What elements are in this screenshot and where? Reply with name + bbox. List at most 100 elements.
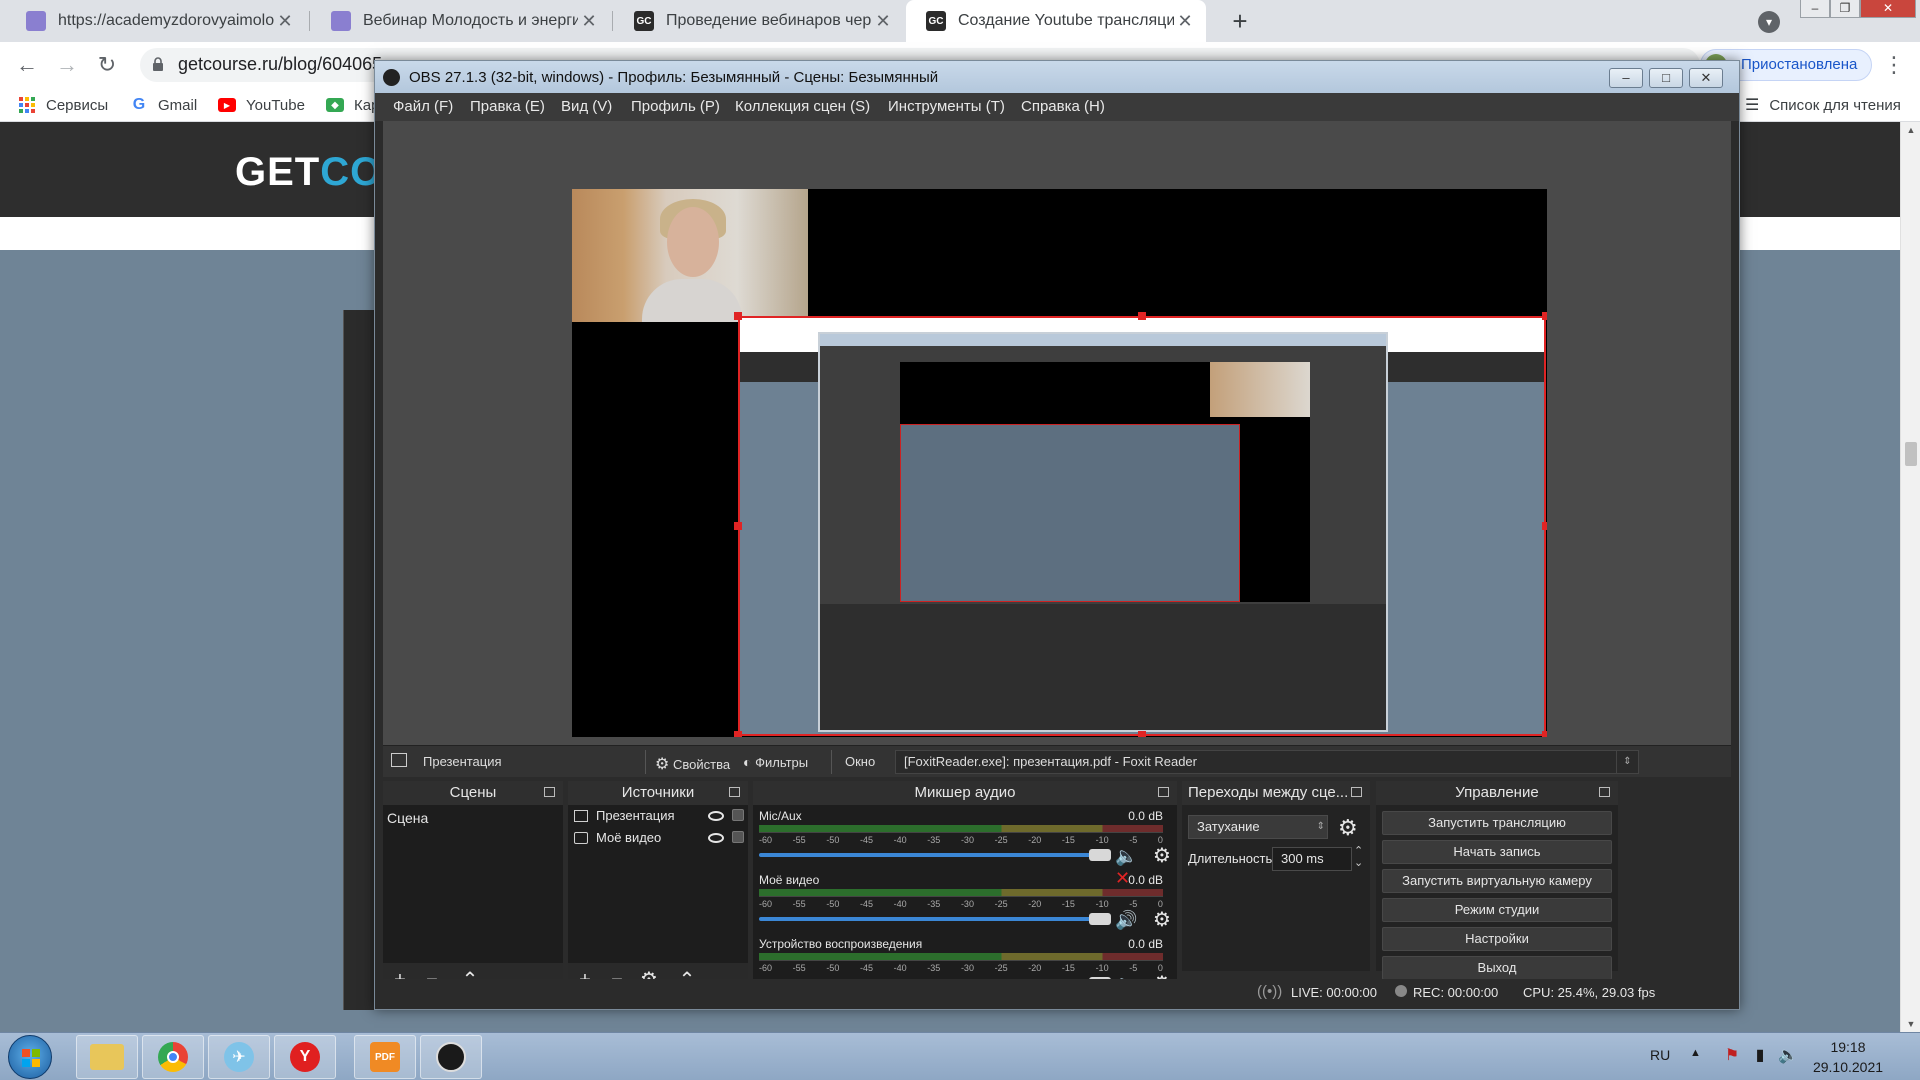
menu-profile[interactable]: Профиль (P) [631,98,720,115]
eye-icon[interactable] [708,833,724,843]
close-tab-icon[interactable]: ✕ [1174,11,1196,32]
muted-speaker-icon[interactable]: 🔈✕ [1115,845,1145,888]
gear-icon[interactable]: ⚙ [1151,909,1173,931]
taskbar-bird-app[interactable]: ✈ [208,1035,270,1079]
filters-button[interactable]: ◐ Фильтры [743,754,808,770]
new-tab-button[interactable]: + [1223,4,1257,38]
tray-expand-icon[interactable]: ▲ [1690,1047,1701,1059]
close-icon[interactable]: ✕ [1689,68,1723,88]
webcam-source[interactable] [572,189,808,322]
properties-button[interactable]: ⚙ Свойства [655,754,730,774]
window-capture-source[interactable] [738,316,1546,736]
resize-handle[interactable] [1542,312,1547,320]
start-virtual-camera-button[interactable]: Запустить виртуальную камеру [1382,869,1612,893]
scroll-thumb[interactable] [1905,442,1917,466]
volume-slider[interactable] [759,917,1105,921]
reload-icon[interactable]: ↻ [92,50,122,80]
start-streaming-button[interactable]: Запустить трансляцию [1382,811,1612,835]
exit-button[interactable]: Выход [1382,956,1612,980]
taskbar-explorer[interactable] [76,1035,138,1079]
resize-handle[interactable] [1542,522,1547,530]
resize-handle[interactable] [734,312,742,320]
taskbar-yandex[interactable]: Y [274,1035,336,1079]
resize-handle[interactable] [1138,731,1146,737]
menu-file[interactable]: Файл (F) [393,98,453,115]
taskbar-obs[interactable] [420,1035,482,1079]
scene-item[interactable]: Сцена [383,807,563,829]
minimize-icon[interactable]: – [1609,68,1643,88]
float-dock-icon[interactable] [1599,787,1610,797]
preview-canvas[interactable] [572,189,1547,737]
gear-icon[interactable]: ⚙ [1151,845,1173,867]
settings-button[interactable]: Настройки [1382,927,1612,951]
page-scrollbar[interactable]: ▲ ▼ [1900,122,1920,1032]
taskbar-chrome[interactable] [142,1035,204,1079]
source-item-presentation[interactable]: Презентация [568,805,748,827]
tab-academy[interactable]: https://academyzdorovyaimolod ✕ [6,0,306,42]
volume-slider[interactable] [759,853,1105,857]
source-item-video[interactable]: Моё видео [568,827,748,849]
speaker-icon[interactable]: 🔊 [1115,909,1145,931]
lock-icon[interactable] [732,831,744,843]
volume-slider-handle[interactable] [1089,913,1111,925]
eye-icon[interactable] [708,811,724,821]
tab-youtube-stream[interactable]: GC Создание Youtube трансляции ✕ [906,0,1206,42]
resize-handle[interactable] [734,522,742,530]
volume-slider-handle[interactable] [1089,849,1111,861]
preview-area[interactable] [383,121,1731,745]
bookmark-youtube[interactable]: ▶ YouTube [218,94,305,116]
bookmark-gmail[interactable]: G Gmail [130,94,197,116]
keyboard-language[interactable]: RU [1650,1047,1670,1063]
tab-webinars-getcourse[interactable]: GC Проведение вебинаров через G ✕ [614,0,904,42]
action-center-flag-icon[interactable]: ⚑ [1722,1045,1742,1067]
menu-help[interactable]: Справка (H) [1021,98,1105,115]
live-time: LIVE: 00:00:00 [1291,985,1378,1000]
menu-view[interactable]: Вид (V) [561,98,612,115]
close-tab-icon[interactable]: ✕ [274,11,296,32]
close-tab-icon[interactable]: ✕ [578,11,600,32]
start-recording-button[interactable]: Начать запись [1382,840,1612,864]
taskbar-pdf-reader[interactable]: PDF [354,1035,416,1079]
reading-list-label: Список для чтения [1769,96,1901,114]
duration-input[interactable]: 300 ms [1272,847,1352,871]
forward-icon[interactable]: → [52,50,82,80]
menu-edit[interactable]: Правка (E) [470,98,545,115]
minimize-icon[interactable]: – [1800,0,1830,18]
resize-handle[interactable] [1138,312,1146,320]
close-window-icon[interactable]: ✕ [1860,0,1916,18]
menu-scene-collection[interactable]: Коллекция сцен (S) [735,98,870,115]
maximize-icon[interactable]: □ [1649,68,1683,88]
getcourse-favicon-icon: GC [634,11,654,31]
resize-handle[interactable] [734,731,742,737]
scroll-down-icon[interactable]: ▼ [1901,1016,1920,1032]
float-dock-icon[interactable] [1351,787,1362,797]
obs-titlebar[interactable]: OBS 27.1.3 (32-bit, windows) - Профиль: … [375,61,1739,93]
gear-icon[interactable]: ⚙ [1338,815,1358,841]
power-icon[interactable]: ▮ [1750,1045,1770,1067]
bookmark-maps[interactable]: ◆ Кар [326,94,379,116]
float-dock-icon[interactable] [729,787,740,797]
bookmark-services[interactable]: Сервисы [18,94,108,116]
studio-mode-button[interactable]: Режим студии [1382,898,1612,922]
tab-search-icon[interactable]: ▾ [1758,11,1780,33]
transition-select[interactable]: Затухание ⇕ [1188,815,1328,839]
restore-icon[interactable]: ❐ [1830,0,1860,18]
more-menu-icon[interactable]: ⋮ [1882,52,1906,78]
scroll-up-icon[interactable]: ▲ [1901,122,1920,138]
lock-icon[interactable] [732,809,744,821]
close-tab-icon[interactable]: ✕ [872,11,894,32]
reading-list-button[interactable]: ☰ Список для чтения [1745,94,1901,116]
tray-clock[interactable]: 19:18 29.10.2021 [1800,1037,1896,1077]
back-icon[interactable]: ← [12,50,42,80]
window-select[interactable]: [FoxitReader.exe]: презентация.pdf - Fox… [895,750,1639,774]
scenes-list[interactable]: Сцена [383,805,563,963]
sources-list[interactable]: Презентация Моё видео [568,805,748,963]
stepper-icon[interactable]: ⌃ ⌄ [1354,845,1363,869]
float-dock-icon[interactable] [1158,787,1169,797]
menu-tools[interactable]: Инструменты (T) [888,98,1005,115]
tab-webinar[interactable]: Вебинар Молодость и энергия ✕ [311,0,610,42]
start-button[interactable] [8,1035,52,1079]
float-dock-icon[interactable] [544,787,555,797]
resize-handle[interactable] [1542,731,1547,737]
volume-icon[interactable]: 🔈 [1778,1045,1798,1067]
